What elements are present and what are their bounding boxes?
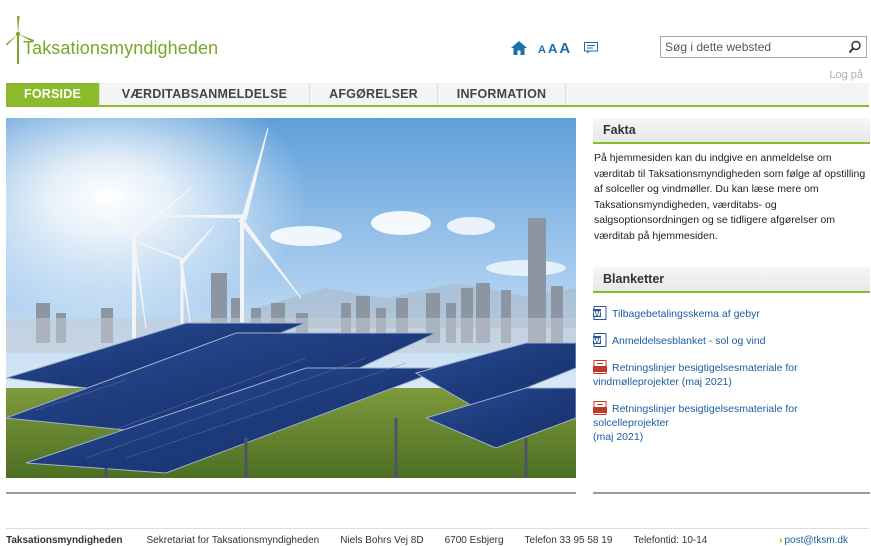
footer-city: 6700 Esbjerg — [444, 535, 504, 546]
search-box — [660, 36, 867, 58]
home-icon[interactable] — [510, 39, 528, 57]
blanketter-list: W Tilbagebetalingsskema af gebyr W Anmel… — [593, 293, 870, 444]
fakta-heading: Fakta — [593, 118, 870, 144]
content-divider-right — [593, 492, 870, 494]
content-divider-left — [6, 492, 576, 494]
footer-secretariat: Sekretariat for Taksationsmyndigheden — [146, 535, 320, 546]
pdf-doc-icon — [593, 360, 607, 374]
blanketter-heading: Blanketter — [593, 267, 870, 293]
main-nav: FORSIDE VÆRDITABSANMELDELSE AFGØRELSER I… — [6, 83, 869, 107]
footer-email-link[interactable]: › post@tksm.dk — [779, 535, 869, 546]
header-tools: A A A — [510, 38, 599, 58]
search-input[interactable] — [665, 38, 843, 56]
search-icon[interactable] — [848, 40, 862, 54]
solar-wind-city-photo — [6, 118, 576, 478]
font-size-large-button[interactable]: A — [559, 40, 570, 57]
svg-text:W: W — [593, 337, 601, 345]
site-logo[interactable]: Taksationsmyndigheden — [6, 14, 226, 66]
word-doc-icon: W — [593, 306, 607, 320]
font-size-small-button[interactable]: A — [538, 44, 546, 56]
word-doc-icon: W — [593, 333, 607, 347]
footer-address: Niels Bohrs Vej 8D — [340, 535, 424, 546]
footer-phone: Telefon 33 95 58 19 — [524, 535, 613, 546]
chevron-right-icon: › — [779, 535, 783, 546]
site-footer: Taksationsmyndigheden Sekretariat for Ta… — [6, 528, 869, 546]
blanket-link-tilbagebetaling[interactable]: W Tilbagebetalingsskema af gebyr — [593, 306, 870, 321]
site-header: Taksationsmyndigheden A A A Log på — [0, 0, 871, 82]
blanket-link-vindmoelle[interactable]: Retningslinjer besigtigelsesmateriale fo… — [593, 360, 870, 389]
login-link[interactable]: Log på — [829, 69, 863, 81]
pdf-doc-icon — [593, 401, 607, 415]
nav-item-afgoerelser[interactable]: AFGØRELSER — [310, 83, 438, 105]
blanket-link-solcelle[interactable]: Retningslinjer besigtigelsesmateriale fo… — [593, 401, 870, 444]
fakta-text: På hjemmesiden kan du indgive en anmelde… — [594, 152, 866, 242]
nav-item-information[interactable]: INFORMATION — [438, 83, 566, 105]
nav-item-vaerditabsanmeldelse[interactable]: VÆRDITABSANMELDELSE — [100, 83, 310, 105]
footer-org: Taksationsmyndigheden — [6, 535, 123, 546]
nav-item-forside[interactable]: FORSIDE — [6, 83, 100, 105]
hero-image — [6, 118, 576, 478]
logo-text: Taksationsmyndigheden — [23, 38, 219, 58]
sidebar: Fakta På hjemmesiden kan du indgive en a… — [593, 118, 870, 444]
chat-icon[interactable] — [584, 42, 599, 54]
footer-hours: Telefontid: 10-14 — [633, 535, 708, 546]
font-size-controls: A A A — [538, 40, 584, 57]
blanket-link-anmeldelse[interactable]: W Anmeldelsesblanket - sol og vind — [593, 333, 870, 348]
font-size-medium-button[interactable]: A — [548, 41, 557, 56]
svg-text:W: W — [593, 310, 601, 318]
